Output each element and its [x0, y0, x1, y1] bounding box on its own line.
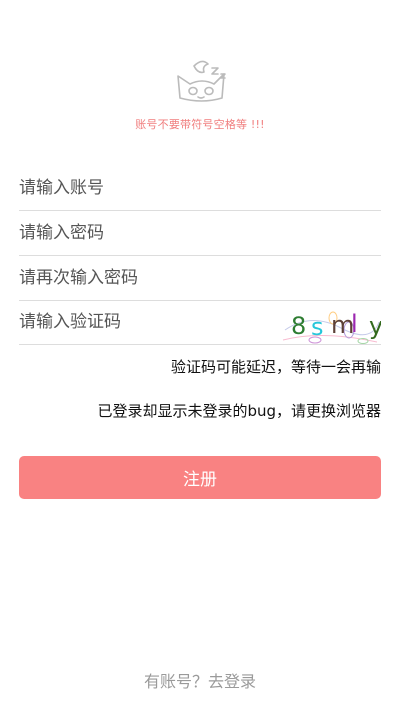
captcha-char: l — [351, 310, 358, 338]
captcha-delay-note: 验证码可能延迟，等待一会再输 — [170, 358, 381, 376]
captcha-field: 8smly — [19, 300, 381, 345]
account-field — [19, 166, 381, 211]
captcha-char: s — [311, 313, 324, 341]
password-field — [19, 211, 381, 256]
logo-icon — [172, 54, 234, 106]
captcha-input[interactable] — [19, 302, 269, 342]
password-input[interactable] — [19, 213, 269, 253]
captcha-char: 8 — [291, 312, 306, 340]
register-button[interactable]: 注册 — [19, 456, 381, 499]
confirm-password-input[interactable] — [19, 258, 269, 298]
confirm-password-field — [19, 256, 381, 301]
captcha-char: y — [369, 312, 381, 340]
account-warning: 账号不要带符号空格等 !!! — [135, 118, 265, 131]
login-link[interactable]: 有账号？去登录 — [0, 668, 400, 692]
account-input[interactable] — [19, 168, 269, 208]
bug-notice: 已登录却显示未登录的bug，请更换浏览器 — [97, 402, 381, 420]
captcha-image[interactable]: 8 s ml y — [281, 300, 381, 344]
